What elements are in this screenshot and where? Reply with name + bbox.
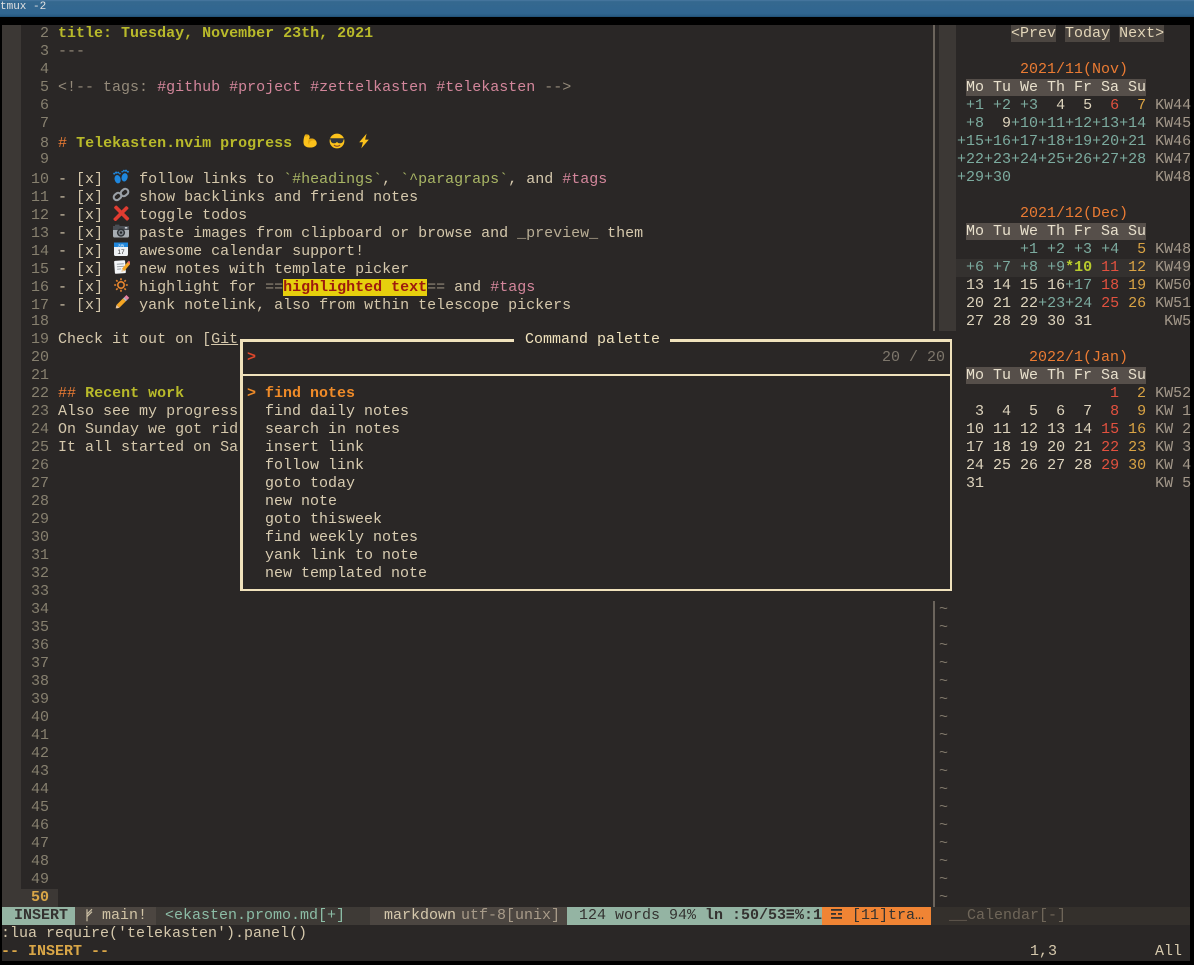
svg-text:17: 17 bbox=[117, 249, 125, 256]
svg-text:July: July bbox=[118, 243, 125, 247]
